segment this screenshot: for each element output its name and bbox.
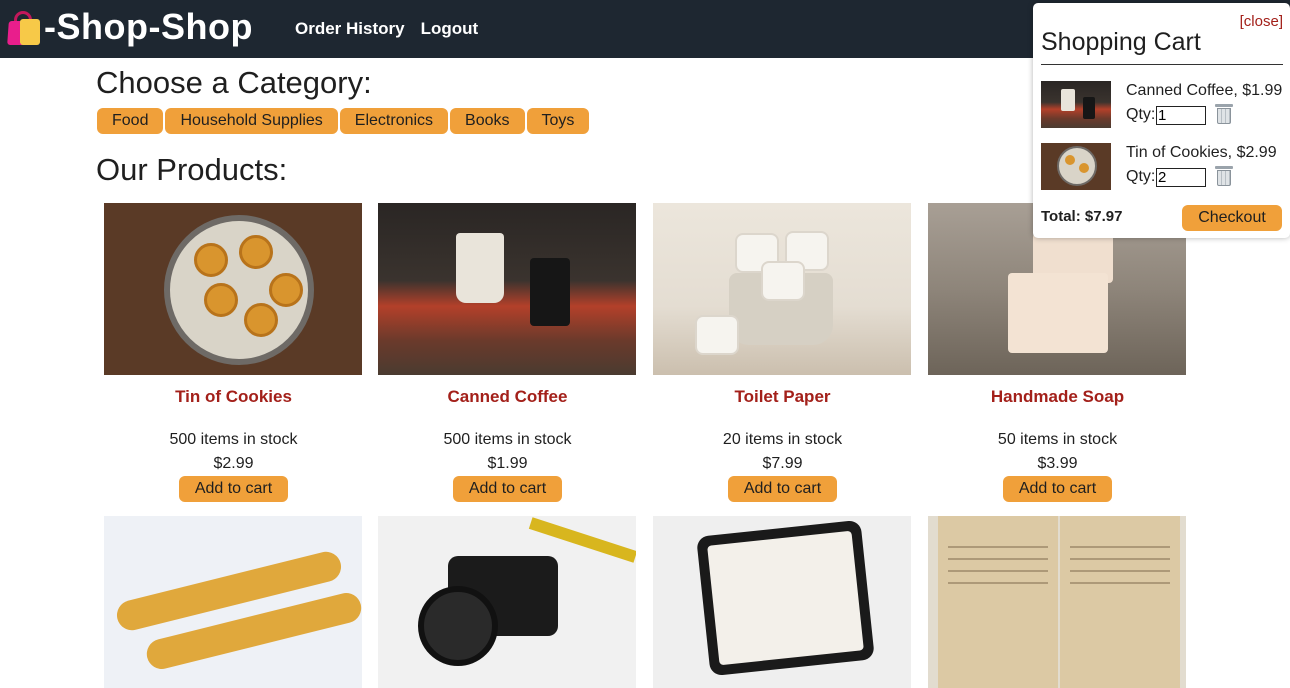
product-stock: 500 items in stock (443, 431, 572, 448)
trash-icon[interactable] (1215, 166, 1233, 186)
old-book-image[interactable] (928, 516, 1186, 688)
shopping-bags-icon (6, 9, 42, 45)
cookie-tin-image[interactable] (104, 203, 362, 375)
cart-item-title: Canned Coffee, $1.99 (1126, 82, 1283, 99)
brand-logo[interactable]: -Shop-Shop (6, 6, 253, 48)
toilet-paper-image[interactable] (653, 203, 911, 375)
qty-label: Qty: (1126, 168, 1156, 185)
cart-item: Canned Coffee, $1.99 Qty: (1041, 81, 1286, 131)
product-name[interactable]: Tin of Cookies (104, 387, 363, 407)
category-household-button[interactable]: Household Supplies (165, 108, 338, 134)
product-card (378, 516, 637, 688)
product-price: $3.99 (1037, 455, 1078, 472)
product-stock: 500 items in stock (169, 431, 298, 448)
add-to-cart-button[interactable]: Add to cart (179, 476, 288, 502)
product-card (928, 516, 1187, 688)
product-name[interactable]: Canned Coffee (378, 387, 637, 407)
qty-label: Qty: (1126, 106, 1156, 123)
cart-close-link[interactable]: [close] (1240, 13, 1283, 30)
category-books-button[interactable]: Books (450, 108, 525, 134)
add-to-cart-button[interactable]: Add to cart (453, 476, 562, 502)
cart-total: Total: $7.97 (1041, 208, 1123, 225)
category-electronics-button[interactable]: Electronics (339, 108, 449, 134)
category-food-button[interactable]: Food (97, 108, 164, 134)
product-card: Canned Coffee 500 items in stock $1.99 A… (378, 203, 637, 502)
product-stock: 50 items in stock (997, 431, 1118, 448)
category-list: Food Household Supplies Electronics Book… (97, 108, 590, 134)
nav-links: Order History Logout (295, 19, 478, 39)
tablet-image[interactable] (653, 516, 911, 688)
qty-input[interactable] (1156, 106, 1206, 125)
cart-item: Tin of Cookies, $2.99 Qty: (1041, 143, 1286, 193)
spices-spoons-image[interactable] (104, 516, 362, 688)
canned-coffee-image[interactable] (378, 203, 636, 375)
shopping-cart-panel: [close] Shopping Cart Canned Coffee, $1.… (1033, 3, 1290, 238)
category-heading: Choose a Category: (96, 65, 372, 100)
cart-item-thumbnail (1041, 143, 1111, 190)
nav-order-history[interactable]: Order History (295, 19, 405, 39)
product-price: $2.99 (213, 455, 254, 472)
brand-title: -Shop-Shop (44, 6, 253, 47)
cart-title: Shopping Cart (1041, 28, 1201, 56)
qty-input[interactable] (1156, 168, 1206, 187)
category-toys-button[interactable]: Toys (526, 108, 590, 134)
add-to-cart-button[interactable]: Add to cart (1003, 476, 1112, 502)
cart-item-thumbnail (1041, 81, 1111, 128)
nav-logout[interactable]: Logout (421, 19, 479, 39)
product-card: Toilet Paper 20 items in stock $7.99 Add… (653, 203, 912, 502)
product-stock: 20 items in stock (722, 431, 843, 448)
product-name[interactable]: Handmade Soap (928, 387, 1187, 407)
products-heading: Our Products: (96, 152, 288, 187)
cart-divider (1041, 64, 1283, 65)
camera-image[interactable] (378, 516, 636, 688)
cart-item-title: Tin of Cookies, $2.99 (1126, 144, 1277, 161)
product-card (653, 516, 912, 688)
product-card: Handmade Soap 50 items in stock $3.99 Ad… (928, 203, 1187, 502)
product-price: $1.99 (487, 455, 528, 472)
product-price: $7.99 (762, 455, 803, 472)
trash-icon[interactable] (1215, 104, 1233, 124)
product-name[interactable]: Toilet Paper (653, 387, 912, 407)
product-card: Tin of Cookies 500 items in stock $2.99 … (104, 203, 363, 502)
add-to-cart-button[interactable]: Add to cart (728, 476, 837, 502)
checkout-button[interactable]: Checkout (1182, 205, 1282, 231)
product-card (104, 516, 363, 688)
